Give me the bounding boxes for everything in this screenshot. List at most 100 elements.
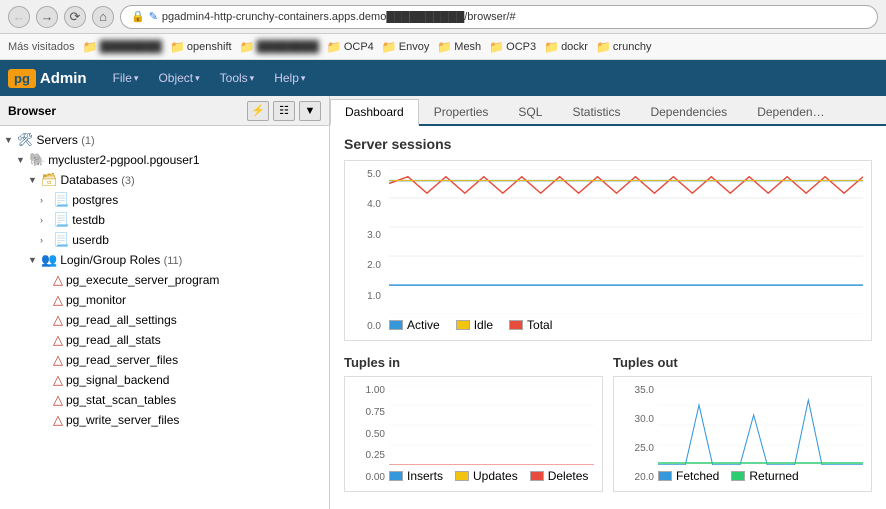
tree-label: pg_execute_server_program — [66, 273, 219, 287]
menu-object[interactable]: Object ▾ — [148, 67, 209, 89]
legend-label: Fetched — [676, 469, 719, 483]
tab-dependencies[interactable]: Dependencies — [635, 99, 742, 124]
sessions-legend: Active Idle Total — [389, 314, 863, 332]
tree-item-postgres[interactable]: › 📃 postgres — [0, 190, 329, 210]
bookmark-label: dockr — [561, 41, 588, 53]
db-icon: 📃 — [53, 192, 69, 208]
tree-label: pg_read_all_settings — [66, 313, 177, 327]
folder-icon: 📁 — [437, 40, 452, 54]
y-label: 20.0 — [635, 472, 654, 483]
legend-label: Returned — [749, 469, 798, 483]
legend-label: Deletes — [548, 469, 589, 483]
y-label: 0.0 — [367, 321, 381, 332]
tab-properties[interactable]: Properties — [419, 99, 504, 124]
tree-item-role-read-settings[interactable]: △ pg_read_all_settings — [0, 310, 329, 330]
bookmark-ocp4[interactable]: 📁 OCP4 — [327, 40, 374, 54]
bookmark-openshift[interactable]: 📁 openshift — [170, 40, 232, 54]
tree-item-testdb[interactable]: › 📃 testdb — [0, 210, 329, 230]
folder-icon: 📁 — [489, 40, 504, 54]
folder-icon: 📁 — [327, 40, 342, 54]
tuples-out-chart: 35.0 30.0 25.0 20.0 — [613, 376, 872, 492]
tab-sql[interactable]: SQL — [503, 99, 557, 124]
tuples-out-svg — [658, 385, 863, 465]
expand-arrow-icon: ▼ — [4, 135, 14, 145]
legend-fetched: Fetched — [658, 469, 719, 483]
tree-item-role-read-stats[interactable]: △ pg_read_all_stats — [0, 330, 329, 350]
lightning-button[interactable]: ⚡ — [247, 101, 269, 121]
tree-item-roles[interactable]: ▼ 👥 Login/Group Roles (11) — [0, 250, 329, 270]
role-icon: △ — [53, 292, 63, 308]
lock-icon: 🔒 — [131, 10, 145, 23]
tree-item-role-monitor[interactable]: △ pg_monitor — [0, 290, 329, 310]
bookmark-blurred1[interactable]: 📁 ████████ — [83, 40, 162, 54]
expand-arrow-icon: ▼ — [28, 175, 38, 185]
legend-color-icon — [389, 471, 403, 481]
sessions-chart-area — [389, 169, 863, 314]
server-sessions-title: Server sessions — [344, 136, 872, 152]
pgadmin-header: pg Admin File ▾ Object ▾ Tools ▾ Help ▾ — [0, 60, 886, 96]
y-label: 3.0 — [367, 230, 381, 241]
tree-label: pg_monitor — [66, 293, 126, 307]
menu-tools[interactable]: Tools ▾ — [210, 67, 265, 89]
sidebar: Browser ⚡ ☷ ▼ ▼ 🛠 Servers (1) ▼ 🐘 myclus… — [0, 96, 330, 509]
tuples-in-y-axis: 1.00 0.75 0.50 0.25 0.00 — [353, 385, 385, 483]
bookmark-dockr[interactable]: 📁 dockr — [544, 40, 588, 54]
arrow-icon — [40, 355, 50, 365]
bookmark-blurred2[interactable]: 📁 ████████ — [240, 40, 319, 54]
tuples-in-section: Tuples in 1.00 0.75 0.50 0.25 0.00 — [344, 355, 603, 492]
legend-label: Inserts — [407, 469, 443, 483]
arrow-icon — [40, 295, 50, 305]
expand-arrow-icon: › — [40, 215, 50, 225]
y-label: 5.0 — [367, 169, 381, 180]
tree-item-role-read-files[interactable]: △ pg_read_server_files — [0, 350, 329, 370]
tree-label: Login/Group Roles (11) — [60, 253, 182, 267]
tree-item-role-execute[interactable]: △ pg_execute_server_program — [0, 270, 329, 290]
legend-total: Total — [509, 318, 552, 332]
home-button[interactable]: ⌂ — [92, 6, 114, 28]
bookmark-mesh[interactable]: 📁 Mesh — [437, 40, 481, 54]
menu-help-label: Help — [274, 71, 299, 85]
server-icon: 🛠 — [17, 132, 34, 148]
bookmark-label: OCP4 — [344, 41, 374, 53]
filter-button[interactable]: ▼ — [299, 101, 321, 121]
grid-button[interactable]: ☷ — [273, 101, 295, 121]
legend-label: Idle — [474, 318, 493, 332]
tree-label: Databases (3) — [61, 173, 135, 187]
tree-item-databases[interactable]: ▼ 🗃 Databases (3) — [0, 170, 329, 190]
tuples-in-chart: 1.00 0.75 0.50 0.25 0.00 — [344, 376, 603, 492]
bookmark-ocp3[interactable]: 📁 OCP3 — [489, 40, 536, 54]
edit-icon: ✎ — [149, 10, 158, 23]
tree-item-userdb[interactable]: › 📃 userdb — [0, 230, 329, 250]
expand-arrow-icon: ▼ — [28, 255, 38, 265]
arrow-icon — [40, 415, 50, 425]
tree-item-servers[interactable]: ▼ 🛠 Servers (1) — [0, 130, 329, 150]
tree-item-role-stat-scan[interactable]: △ pg_stat_scan_tables — [0, 390, 329, 410]
bookmark-label: Mesh — [454, 41, 481, 53]
tab-dependencies-label: Dependencies — [650, 105, 727, 119]
tab-statistics[interactable]: Statistics — [557, 99, 635, 124]
back-button[interactable]: ← — [8, 6, 30, 28]
tree-item-role-signal[interactable]: △ pg_signal_backend — [0, 370, 329, 390]
address-bar[interactable]: 🔒 ✎ pgadmin4-http-crunchy-containers.app… — [120, 5, 878, 29]
y-label: 4.0 — [367, 199, 381, 210]
legend-idle: Idle — [456, 318, 493, 332]
tuples-in-area — [389, 385, 594, 465]
tree-item-cluster[interactable]: ▼ 🐘 mycluster2-pgpool.pgouser1 — [0, 150, 329, 170]
legend-color-icon — [389, 320, 403, 330]
menu-help[interactable]: Help ▾ — [264, 67, 315, 89]
reload-button[interactable]: ⟳ — [64, 6, 86, 28]
bookmark-envoy[interactable]: 📁 Envoy — [382, 40, 430, 54]
menu-file[interactable]: File ▾ — [103, 67, 149, 89]
tree-label: pg_write_server_files — [66, 413, 179, 427]
tab-dashboard[interactable]: Dashboard — [330, 99, 419, 126]
forward-button[interactable]: → — [36, 6, 58, 28]
y-label: 0.75 — [366, 407, 385, 418]
tree-item-role-write-files[interactable]: △ pg_write_server_files — [0, 410, 329, 430]
role-icon: △ — [53, 312, 63, 328]
tab-dashboard-label: Dashboard — [345, 105, 404, 119]
bookmark-crunchy[interactable]: 📁 crunchy — [596, 40, 651, 54]
tab-dependents[interactable]: Dependen… — [742, 99, 839, 124]
folder-icon: 📁 — [382, 40, 397, 54]
y-label: 1.00 — [366, 385, 385, 396]
tree-label: Servers (1) — [37, 133, 95, 147]
